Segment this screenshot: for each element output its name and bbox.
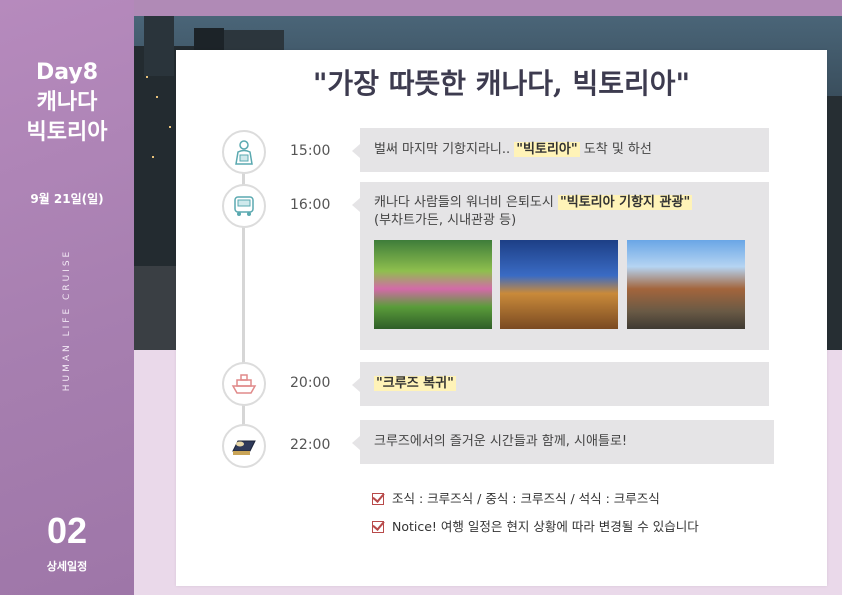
- meal-text: 조식 : 크루즈식 / 중식 : 크루즈식 / 석식 : 크루즈식: [392, 491, 660, 506]
- date-label: 9월 21일(일): [30, 192, 104, 206]
- cruise-ship-icon: [222, 362, 266, 406]
- timeline-item: 캐나다 사람들의 워너비 은퇴도시 "빅토리아 기항지 관광" (부차트가든, …: [352, 182, 769, 350]
- parliament-photo: [500, 240, 618, 329]
- timeline-time: 15:00: [290, 143, 331, 159]
- timeline-time: 20:00: [290, 375, 331, 391]
- timeline-time: 22:00: [290, 437, 331, 453]
- brand-vertical-text: HUMAN LIFE CRUISE: [62, 248, 72, 392]
- timeline-subtext: (부차트가든, 시내관광 등): [374, 213, 517, 228]
- highlight-text: "빅토리아 기항지 관광": [557, 195, 693, 210]
- timeline-text: 벌써 마지막 기항지라니..: [374, 142, 515, 157]
- section-label: 상세일정: [46, 560, 88, 573]
- hotel-photo: [627, 240, 745, 329]
- notice-note: Notice! 여행 일정은 현지 상황에 따라 변경될 수 있습니다: [372, 516, 699, 535]
- timeline-time: 16:00: [290, 197, 331, 213]
- person-with-bag-icon: [222, 130, 266, 174]
- bus-icon: [222, 184, 266, 228]
- notice-text: Notice! 여행 일정은 현지 상황에 따라 변경될 수 있습니다: [392, 519, 699, 534]
- checkbox-icon: [372, 521, 384, 533]
- page-title: "가장 따뜻한 캐나다, 빅토리아": [312, 67, 691, 100]
- bed-icon: [222, 424, 266, 468]
- timeline-item: "크루즈 복귀": [352, 362, 769, 406]
- timeline-item: 크루즈에서의 즐거운 시간들과 함께, 시애틀로!: [352, 420, 774, 464]
- day-label: Day8: [35, 60, 99, 85]
- schedule-card: "가장 따뜻한 캐나다, 빅토리아" 15:00 벌써 마지막 기항지라니.. …: [176, 50, 827, 586]
- timeline-text: 도착 및 하선: [579, 142, 652, 157]
- city-name: 빅토리아: [26, 120, 108, 145]
- timeline-text: 크루즈에서의 즐거운 시간들과 함께, 시애틀로!: [374, 434, 628, 449]
- day-title: Day8 캐나다 빅토리아: [0, 58, 134, 148]
- timeline-item: 벌써 마지막 기항지라니.. "빅토리아" 도착 및 하선: [352, 128, 769, 172]
- timeline-text: 캐나다 사람들의 워너비 은퇴도시: [374, 195, 558, 210]
- sidebar: Day8 캐나다 빅토리아 9월 21일(일) HUMAN LIFE CRUIS…: [0, 0, 134, 595]
- city-country: 캐나다: [36, 90, 98, 115]
- meal-note: 조식 : 크루즈식 / 중식 : 크루즈식 / 석식 : 크루즈식: [372, 488, 660, 507]
- garden-photo: [374, 240, 492, 329]
- checkbox-icon: [372, 493, 384, 505]
- highlight-text: "빅토리아": [514, 142, 580, 157]
- section-number: 02: [46, 510, 88, 551]
- top-bar: [134, 0, 842, 16]
- highlight-text: "크루즈 복귀": [374, 376, 456, 391]
